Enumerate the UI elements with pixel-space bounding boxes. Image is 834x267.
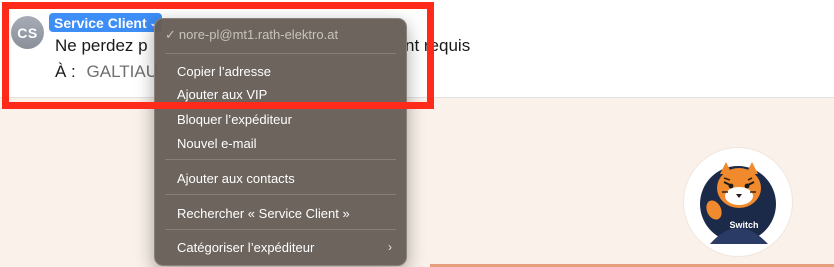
menu-item-search-sender[interactable]: Rechercher « Service Client » xyxy=(177,206,350,221)
highlight-box xyxy=(2,2,434,109)
menu-item-new-email[interactable]: Nouvel e-mail xyxy=(177,136,256,151)
menu-separator xyxy=(165,229,396,230)
chevron-right-icon: › xyxy=(388,240,392,254)
tiger-mascot-icon: Switch xyxy=(700,162,776,244)
menu-item-add-contacts[interactable]: Ajouter aux contacts xyxy=(177,171,295,186)
menu-item-categorize-sender[interactable]: Catégoriser l’expéditeur xyxy=(177,240,314,255)
menu-separator xyxy=(165,194,396,195)
menu-separator xyxy=(165,159,396,160)
mascot-badge-text: Switch xyxy=(729,220,758,230)
mascot-logo: Switch xyxy=(684,148,792,256)
menu-item-block-sender[interactable]: Bloquer l’expéditeur xyxy=(177,112,292,127)
